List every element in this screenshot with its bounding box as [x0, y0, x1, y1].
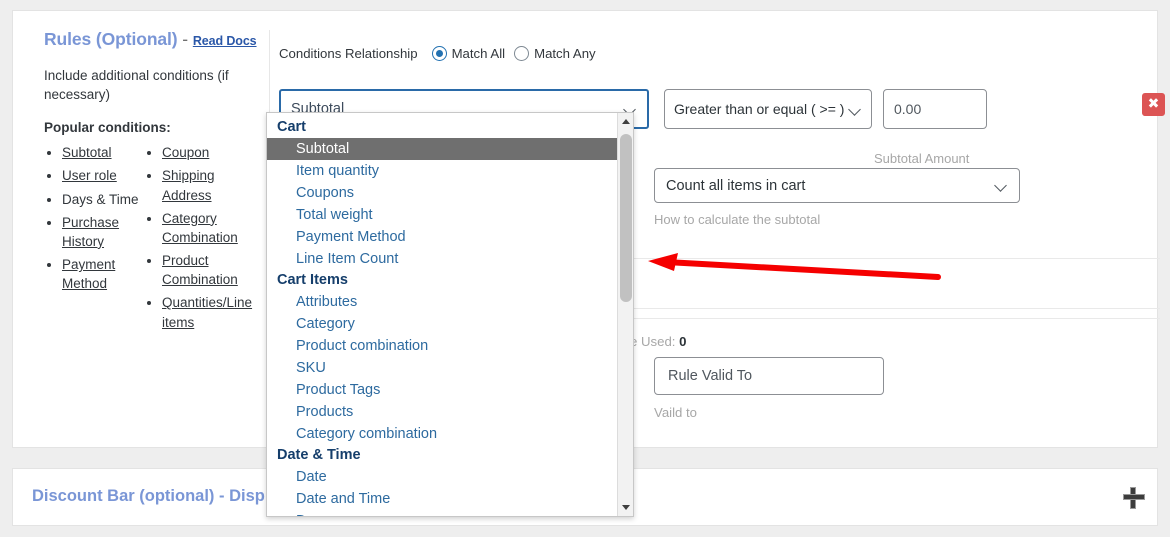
radio-match-any-icon[interactable] [514, 46, 530, 61]
list-item[interactable]: Subtotal [62, 143, 144, 162]
list-item[interactable]: Payment Method [62, 255, 144, 293]
popular-conditions-column-2: Coupon Shipping Address Category Combina… [144, 143, 254, 335]
subtotal-amount-input[interactable]: 0.00 [883, 89, 987, 129]
delete-condition-button[interactable]: ✖ [1142, 93, 1165, 116]
rule-valid-to-value: Rule Valid To [668, 368, 753, 384]
scroll-down-arrow-icon[interactable] [618, 499, 633, 516]
condition-link[interactable]: Subtotal [62, 145, 112, 160]
page-title-text: Rules (Optional) [44, 29, 178, 49]
rules-description: Include additional conditions (if necess… [44, 68, 229, 103]
condition-link[interactable]: Shipping Address [162, 168, 215, 202]
dropdown-option[interactable]: Item quantity [267, 160, 619, 182]
plus-icon[interactable] [1123, 487, 1145, 509]
page-title: Rules (Optional) - Read Docs [44, 29, 257, 50]
usage-count-value: 0 [679, 334, 687, 349]
condition-link[interactable]: Quantities/Line items [162, 295, 252, 329]
rule-valid-to-help: Vaild to [654, 405, 698, 420]
radio-option-match-any[interactable]: Match Any [514, 46, 596, 61]
popular-conditions-column-1: Subtotal User role Days & Time Purchase … [44, 143, 144, 335]
operator-select[interactable]: Greater than or equal ( >= ) [664, 89, 872, 129]
dropdown-option[interactable]: SKU [267, 357, 619, 379]
dropdown-option[interactable]: Subtotal [267, 138, 619, 160]
discount-bar-title: Discount Bar (optional) - Displa [32, 487, 279, 505]
dropdown-option[interactable]: Date and Time [267, 488, 619, 510]
dropdown-option[interactable]: Attributes [267, 291, 619, 313]
dropdown-group-label: Cart Items [277, 272, 348, 288]
read-docs-link[interactable]: Read Docs [193, 34, 257, 48]
dropdown-option[interactable]: Product combination [267, 335, 619, 357]
subtotal-calculation-help: How to calculate the subtotal [654, 212, 821, 227]
dropdown-option[interactable]: Products [267, 401, 619, 423]
usage-count-text: e Used: 0 [630, 334, 686, 349]
dropdown-option[interactable]: Coupons [267, 182, 619, 204]
subtotal-calculation-select[interactable]: Count all items in cart [654, 168, 1020, 203]
dropdown-option[interactable]: Line Item Count [267, 248, 619, 270]
usage-count-label: e Used: [630, 334, 680, 349]
dropdown-group-label: Cart [277, 119, 307, 135]
condition-field-dropdown[interactable]: Cart Subtotal Item quantity Coupons Total we… [266, 112, 634, 517]
condition-link[interactable]: Days & Time [62, 192, 139, 207]
radio-option-match-all[interactable]: Match All [431, 46, 506, 61]
popular-conditions-heading: Popular conditions: [44, 120, 171, 136]
title-dash: - [177, 29, 193, 49]
conditions-relationship-label: Conditions Relationship [279, 46, 418, 61]
condition-link[interactable]: Coupon [162, 145, 209, 160]
dropdown-option[interactable]: Total weight [267, 204, 619, 226]
rule-valid-to-input[interactable]: Rule Valid To [654, 357, 884, 395]
operator-value: Greater than or equal ( >= ) [674, 101, 845, 117]
list-item[interactable]: Quantities/Line items [162, 293, 254, 331]
chevron-down-icon [995, 179, 1008, 192]
rules-sidebar: Rules (Optional) - Read Docs Include add… [31, 29, 257, 336]
conditions-relationship-row: Conditions Relationship Match All Match … [279, 46, 596, 61]
scroll-up-arrow-icon[interactable] [618, 113, 633, 130]
dropdown-option-list[interactable]: Cart Subtotal Item quantity Coupons Total we… [267, 113, 619, 516]
list-item[interactable]: Product Combination [162, 251, 254, 289]
radio-match-any-label: Match Any [534, 46, 596, 61]
subtotal-amount-value: 0.00 [894, 101, 922, 117]
dropdown-option[interactable]: Product Tags [267, 379, 619, 401]
condition-link[interactable]: Category Combination [162, 211, 238, 245]
subtotal-amount-help: Subtotal Amount [874, 151, 970, 166]
dropdown-option[interactable]: Payment Method [267, 226, 619, 248]
list-item[interactable]: Category Combination [162, 209, 254, 247]
chevron-down-icon [849, 103, 862, 116]
condition-link[interactable]: Product Combination [162, 253, 238, 287]
relationship-radio-group: Match All Match Any [431, 46, 596, 61]
dropdown-option[interactable]: Date [267, 466, 619, 488]
scrollbar-thumb[interactable] [620, 134, 632, 302]
list-item[interactable]: Days & Time [62, 190, 144, 209]
dropdown-group-label: Date & Time [277, 447, 361, 463]
radio-match-all-label: Match All [451, 46, 506, 61]
condition-link[interactable]: Purchase History [62, 215, 119, 249]
condition-link[interactable]: User role [62, 168, 117, 183]
screen-root: Rules (Optional) - Read Docs Include add… [0, 0, 1170, 537]
list-item[interactable]: Purchase History [62, 213, 144, 251]
radio-match-all-icon[interactable] [431, 46, 447, 61]
subtotal-calculation-value: Count all items in cart [666, 177, 806, 194]
dropdown-scrollbar[interactable] [617, 113, 633, 516]
list-item[interactable]: Coupon [162, 143, 254, 162]
popular-conditions-lists: Subtotal User role Days & Time Purchase … [44, 143, 256, 335]
dropdown-option[interactable]: Days [267, 510, 619, 516]
dropdown-option[interactable]: Category combination [267, 423, 619, 445]
dropdown-option[interactable]: Category [267, 313, 619, 335]
list-item[interactable]: User role [62, 166, 144, 185]
condition-link[interactable]: Payment Method [62, 257, 115, 291]
list-item[interactable]: Shipping Address [162, 166, 254, 204]
